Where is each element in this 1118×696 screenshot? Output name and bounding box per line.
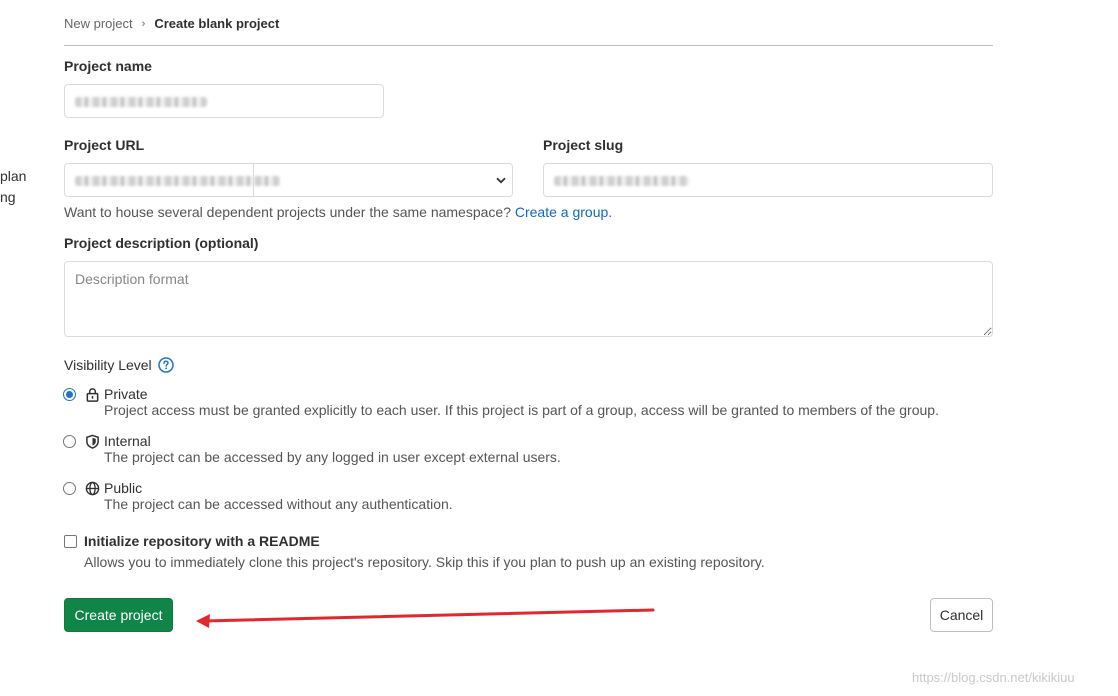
public-label[interactable]: Public	[85, 480, 142, 496]
globe-icon	[85, 481, 100, 495]
readme-description: Allows you to immediately clone this pro…	[84, 554, 765, 570]
private-description: Project access must be granted explicitl…	[104, 402, 939, 418]
create-project-button[interactable]: Create project	[64, 598, 173, 632]
chevron-down-icon	[496, 177, 506, 183]
project-url-namespace-select[interactable]	[64, 163, 491, 197]
public-radio[interactable]	[63, 482, 76, 495]
project-slug-label: Project slug	[543, 137, 624, 153]
private-radio[interactable]	[63, 388, 76, 401]
lock-icon	[86, 387, 99, 402]
namespace-hint: Want to house several dependent projects…	[64, 204, 612, 220]
header-divider	[64, 45, 993, 46]
breadcrumb-new-project[interactable]: New project	[64, 16, 133, 31]
project-description-label: Project description (optional)	[64, 235, 259, 251]
redacted-text	[554, 176, 689, 186]
project-url-label: Project URL	[64, 137, 145, 153]
readme-checkbox[interactable]	[64, 535, 77, 548]
shield-icon	[86, 434, 99, 449]
public-label-text: Public	[104, 480, 143, 496]
project-name-input[interactable]	[64, 84, 384, 118]
visibility-level-heading: Visibility Level	[64, 357, 174, 373]
question-circle-icon[interactable]	[157, 357, 174, 373]
private-label[interactable]: Private	[85, 386, 148, 402]
project-name-label: Project name	[64, 58, 152, 74]
redacted-text	[75, 97, 207, 107]
url-input-separator	[253, 163, 254, 197]
project-slug-input[interactable]	[543, 163, 993, 197]
watermark: https://blog.csdn.net/kikikiuu	[912, 670, 1075, 685]
cancel-button[interactable]: Cancel	[930, 598, 993, 632]
breadcrumb-current: Create blank project	[154, 16, 280, 31]
breadcrumb: New project › Create blank project	[64, 16, 279, 31]
readme-label[interactable]: Initialize repository with a README	[84, 533, 320, 549]
sidebar-fragment-ng: ng	[0, 189, 16, 205]
namespace-hint-text: Want to house several dependent projects…	[64, 204, 511, 220]
redacted-text	[75, 176, 280, 186]
project-description-textarea[interactable]	[64, 261, 993, 337]
internal-label[interactable]: Internal	[85, 433, 151, 449]
sidebar-fragment-plan: plan	[0, 168, 27, 184]
create-group-link[interactable]: Create a group.	[515, 204, 612, 220]
internal-description: The project can be accessed by any logge…	[104, 449, 561, 465]
internal-radio[interactable]	[63, 435, 76, 448]
annotation-arrow-icon	[196, 608, 655, 628]
namespace-dropdown-button[interactable]	[490, 163, 513, 197]
public-description: The project can be accessed without any …	[104, 496, 453, 512]
chevron-right-icon: ›	[141, 17, 146, 30]
private-label-text: Private	[104, 386, 148, 402]
visibility-level-title: Visibility Level	[64, 357, 152, 373]
internal-label-text: Internal	[104, 433, 151, 449]
